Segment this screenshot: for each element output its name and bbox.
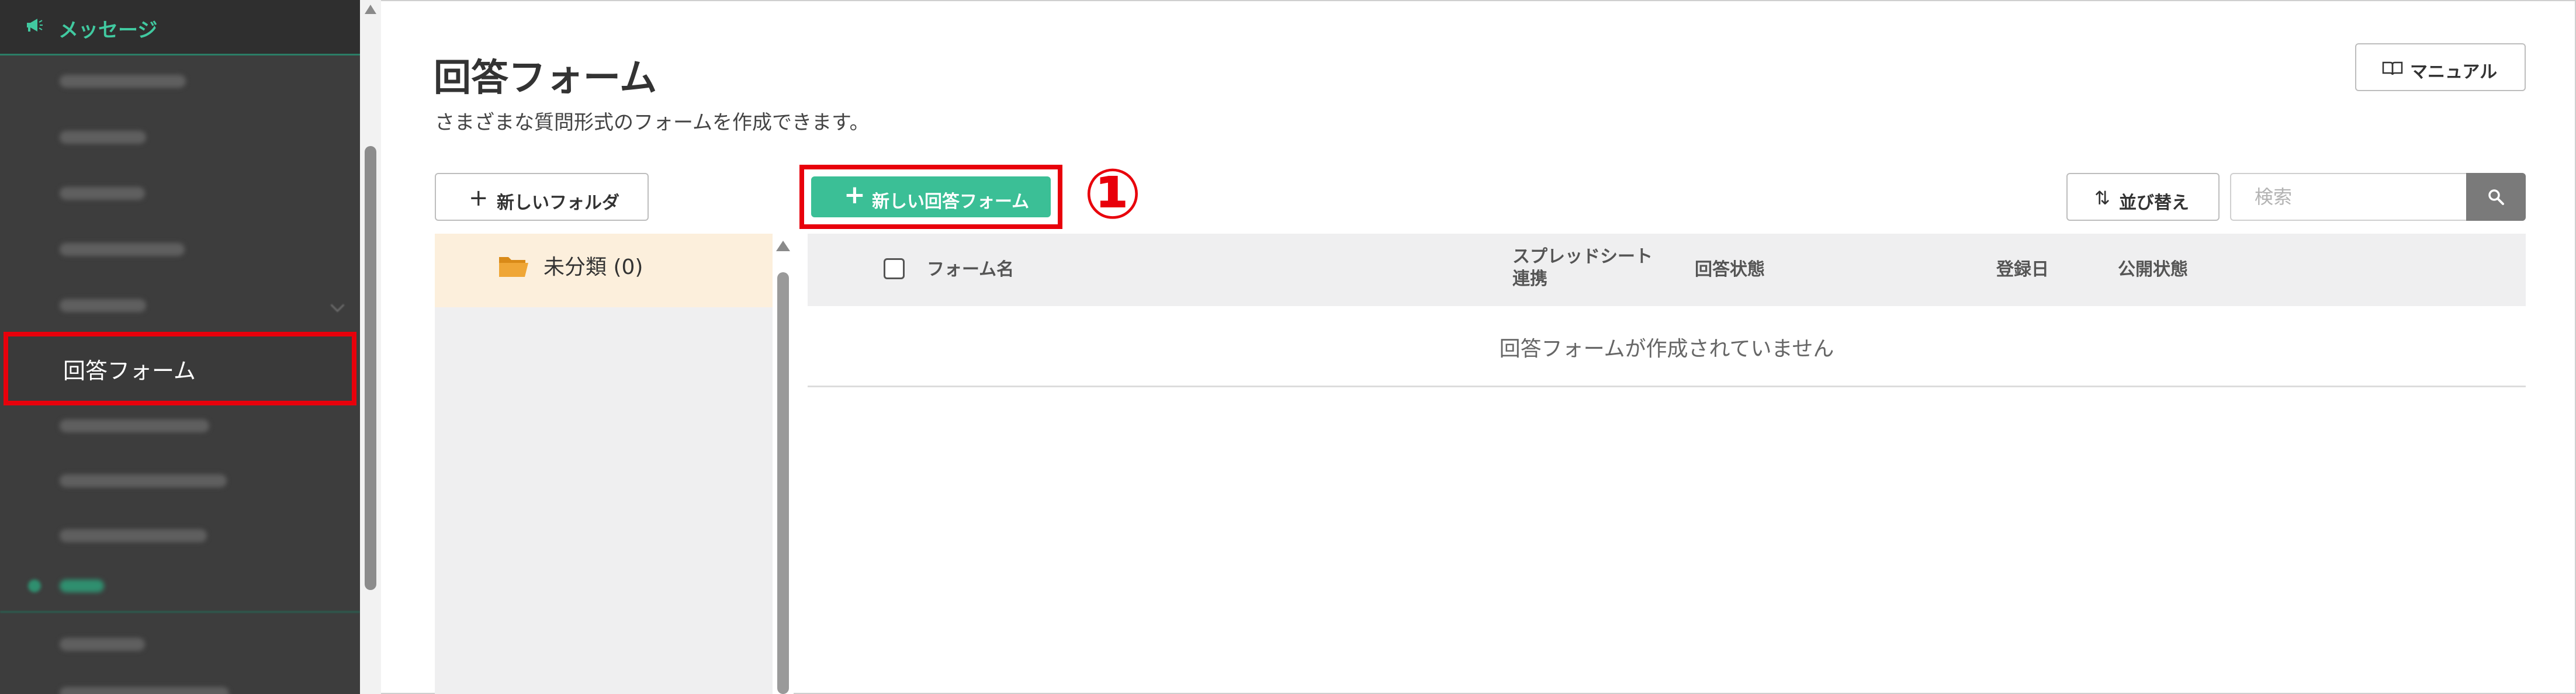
sidebar-item[interactable] [0,508,360,563]
sidebar-item-answer-form[interactable]: 回答フォーム [4,332,356,405]
folder-item-uncategorized[interactable]: 未分類 (0) [435,234,773,307]
sidebar-section-label: メッセージ [58,19,158,42]
column-header-form-name[interactable]: フォーム名 [927,258,1014,282]
page-title: 回答フォーム [434,57,657,100]
sidebar-item[interactable] [0,110,360,165]
manual-button[interactable]: マニュアル [2355,43,2526,91]
folder-pane: 未分類 (0) [435,234,773,694]
sidebar-scrollbar[interactable] [360,0,381,694]
sidebar-item[interactable] [0,278,360,333]
plus-icon: + [844,180,865,210]
sidebar: メッセージ 回答フォーム [0,0,360,694]
sidebar-section[interactable] [0,558,360,613]
chevron-down-icon [330,298,345,313]
highlight-box: + 新しい回答フォーム [799,165,1062,229]
column-header-registered-date[interactable]: 登録日 [1996,258,2049,282]
scrollbar-thumb[interactable] [365,146,376,590]
megaphone-icon [27,19,43,32]
page-subtitle: さまざまな質問形式のフォームを作成できます。 [435,111,870,134]
sidebar-item[interactable] [0,222,360,277]
search-input[interactable] [2230,173,2466,221]
sidebar-section-messages[interactable]: メッセージ [0,0,360,55]
scroll-up-arrow-icon[interactable] [365,5,376,14]
sort-button[interactable]: ⇅ 並び替え [2066,173,2220,221]
folder-label: 未分類 (0) [543,255,643,279]
column-header-link[interactable]: 連携 [1512,268,1547,291]
search-button[interactable] [2466,173,2526,221]
sidebar-item[interactable] [0,166,360,221]
sort-button-label: 並び替え [2119,193,2189,213]
folder-pane-scrollbar[interactable] [773,234,794,694]
column-header-publish-status[interactable]: 公開状態 [2118,258,2188,282]
table-header: フォーム名 スプレッドシート 連携 回答状態 登録日 公開状態 [808,234,2526,306]
scrollbar-thumb[interactable] [777,272,789,694]
sidebar-item[interactable] [0,617,360,672]
sidebar-divider [0,611,360,613]
search-icon [2488,189,2504,205]
book-icon [2382,61,2403,75]
sidebar-item[interactable] [0,54,360,109]
sidebar-item-label: 回答フォーム [63,358,196,384]
column-header-spreadsheet[interactable]: スプレッドシート [1512,245,1653,269]
new-answer-form-label: 新しい回答フォーム [872,192,1030,212]
empty-state-row: 回答フォームが作成されていません [808,306,2526,387]
step-number-annotation: ① [1083,154,1142,234]
sidebar-item[interactable] [0,453,360,508]
empty-state-message: 回答フォームが作成されていません [1499,337,1834,361]
scroll-up-arrow-icon[interactable] [776,241,790,251]
new-answer-form-button[interactable]: + 新しい回答フォーム [811,176,1051,217]
new-folder-label: 新しいフォルダ [497,193,619,213]
column-header-answer-status[interactable]: 回答状態 [1695,258,1765,282]
sidebar-item[interactable] [0,398,360,453]
plus-icon: + [469,185,489,211]
select-all-checkbox[interactable] [884,258,905,279]
sort-arrows-icon: ⇅ [2094,187,2110,209]
sidebar-item[interactable] [0,666,360,694]
folder-open-icon [499,257,528,277]
new-folder-button[interactable]: + 新しいフォルダ [435,173,649,221]
manual-button-label: マニュアル [2410,62,2498,82]
